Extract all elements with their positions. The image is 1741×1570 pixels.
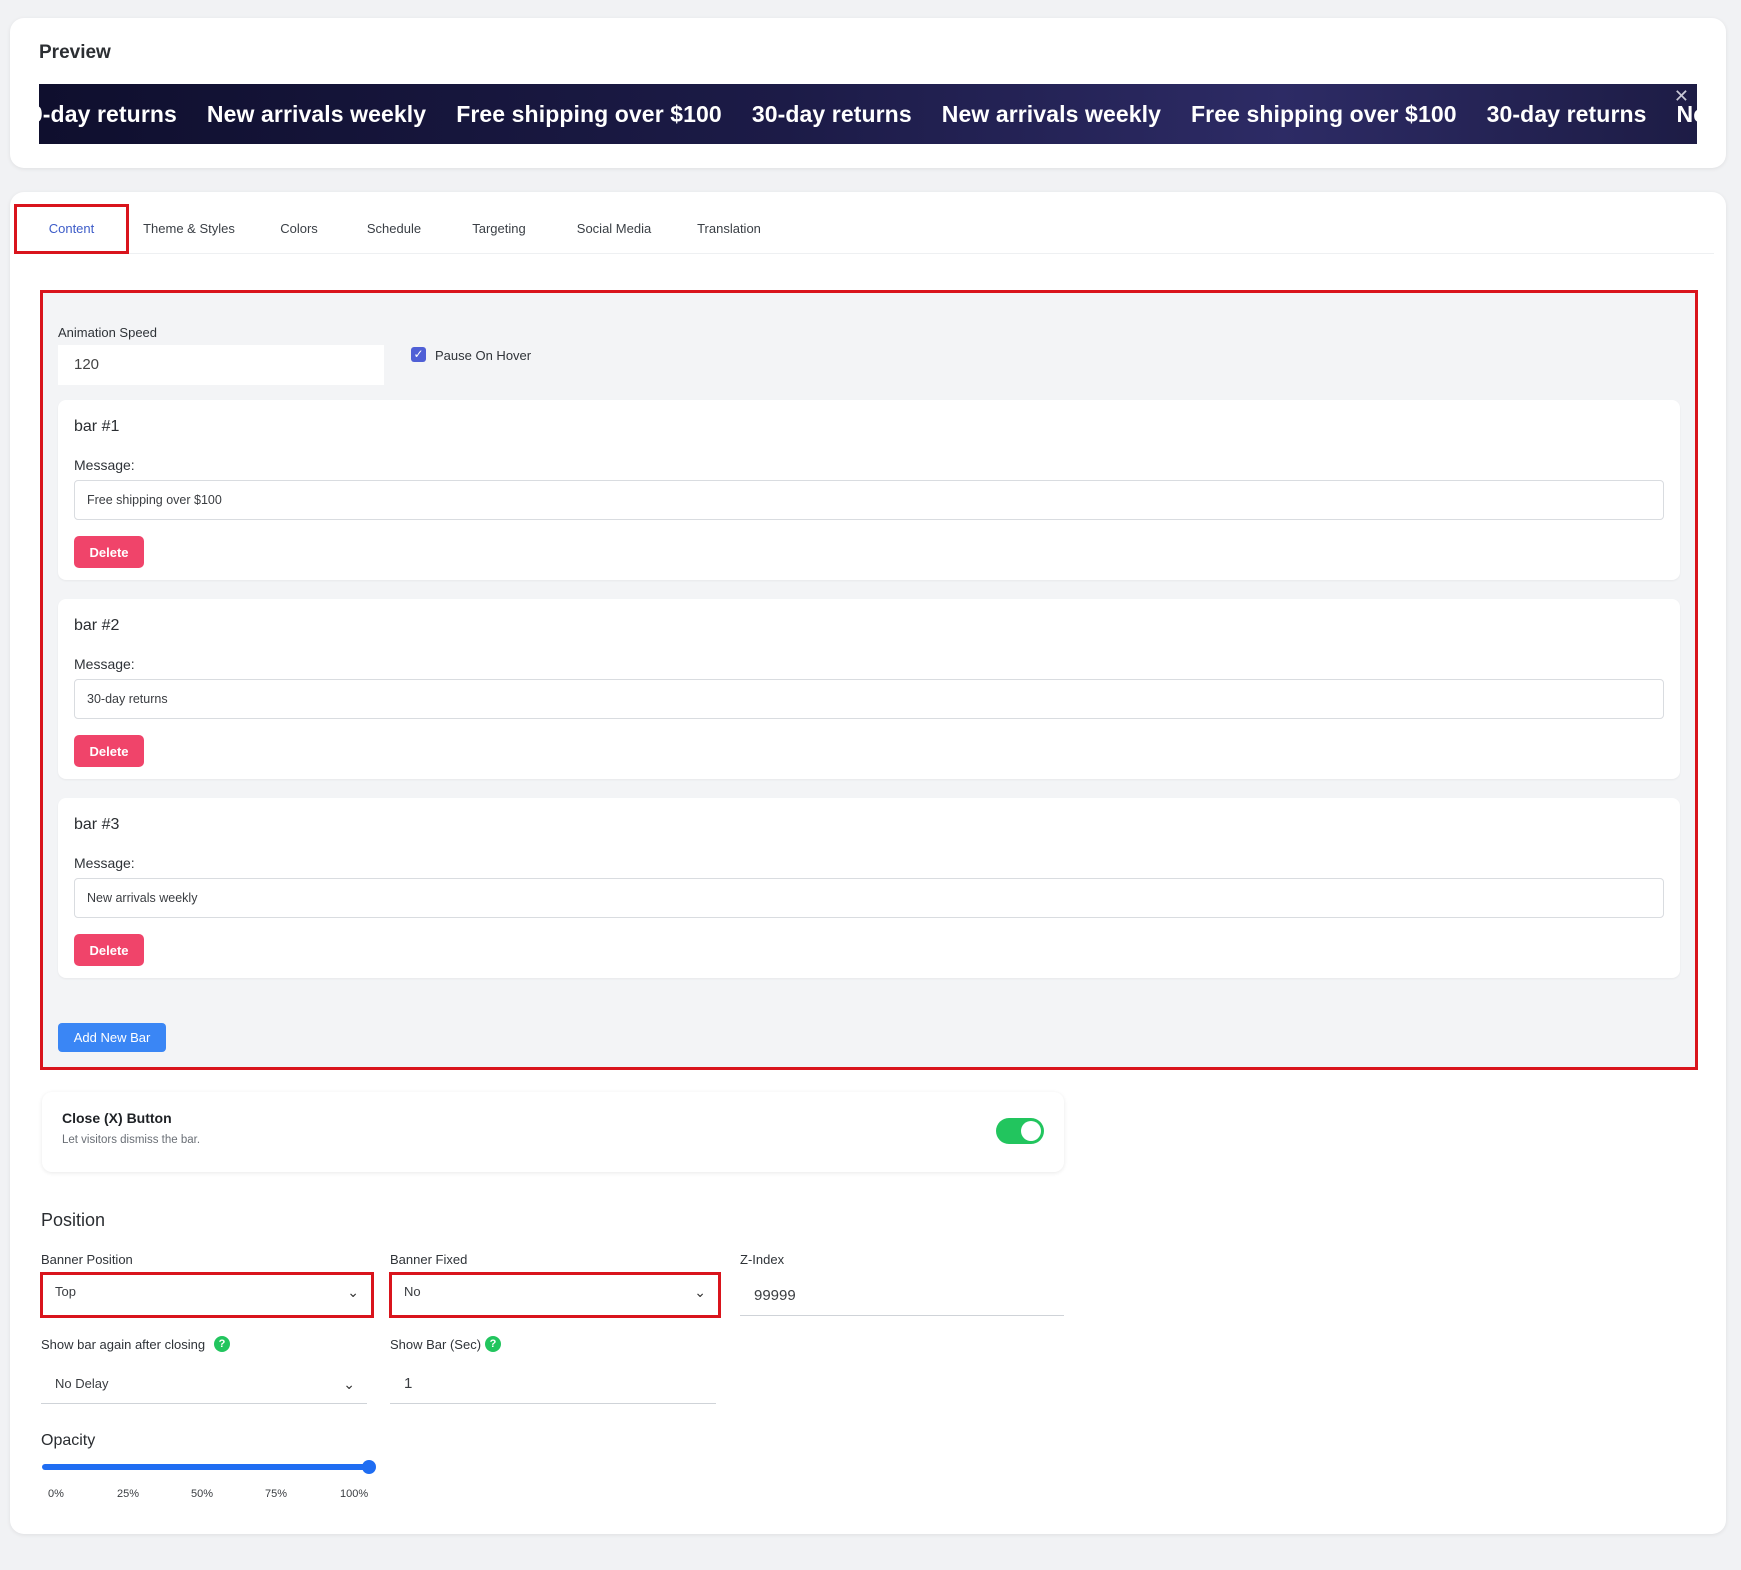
add-new-bar-button[interactable]: Add New Bar bbox=[58, 1023, 166, 1052]
pause-on-hover-label: Pause On Hover bbox=[435, 348, 532, 363]
bar-title: bar #2 bbox=[74, 617, 120, 634]
opacity-title: Opacity bbox=[41, 1432, 96, 1449]
ticker-item: New arrivals weekly bbox=[206, 100, 427, 127]
z-index-input[interactable]: 99999 bbox=[740, 1276, 1064, 1316]
ticker-item: 30-day returns bbox=[1486, 100, 1647, 127]
tab-social-media[interactable]: Social Media bbox=[569, 204, 659, 254]
tab-targeting[interactable]: Targeting bbox=[464, 204, 534, 254]
chevron-down-icon: ⌄ bbox=[694, 1284, 706, 1300]
banner-fixed-select[interactable]: No ⌄ bbox=[389, 1272, 721, 1318]
banner-fixed-value: No bbox=[404, 1284, 421, 1299]
message-input[interactable] bbox=[74, 878, 1664, 918]
show-again-select[interactable]: No Delay ⌄ bbox=[41, 1364, 367, 1404]
animation-speed-input[interactable]: 120 bbox=[58, 345, 384, 385]
content-panel: Animation Speed 120 ✓ Pause On Hover bar… bbox=[40, 290, 1698, 1070]
opacity-tick: 50% bbox=[191, 1488, 214, 1500]
pause-on-hover-checkbox[interactable]: ✓ bbox=[411, 347, 426, 362]
preview-card: Preview 30-day returns New arrivals week… bbox=[10, 18, 1726, 168]
ticker-item: 30-day returns bbox=[751, 100, 912, 127]
delete-bar-button[interactable]: Delete bbox=[74, 735, 144, 767]
bar-card-2: bar #2 Message: Delete bbox=[58, 599, 1680, 779]
tab-colors[interactable]: Colors bbox=[269, 204, 329, 254]
opacity-tick: 0% bbox=[48, 1488, 64, 1500]
ticker-track: 30-day returns New arrivals weekly Free … bbox=[39, 84, 1697, 144]
close-icon[interactable]: ✕ bbox=[1674, 87, 1689, 105]
message-label: Message: bbox=[74, 855, 135, 871]
z-index-label: Z-Index bbox=[740, 1252, 785, 1267]
message-label: Message: bbox=[74, 457, 135, 473]
bar-card-3: bar #3 Message: Delete bbox=[58, 798, 1680, 978]
announcement-ticker: 30-day returns New arrivals weekly Free … bbox=[39, 84, 1697, 144]
help-icon[interactable]: ? bbox=[485, 1336, 501, 1352]
toggle-knob bbox=[1021, 1121, 1041, 1141]
bar-card-1: bar #1 Message: Delete bbox=[58, 400, 1680, 580]
close-button-toggle[interactable] bbox=[996, 1118, 1044, 1144]
animation-speed-label: Animation Speed bbox=[58, 325, 158, 340]
show-again-value: No Delay bbox=[55, 1376, 109, 1391]
ticker-item: Free shipping over $100 bbox=[456, 100, 722, 127]
opacity-tick: 25% bbox=[117, 1488, 140, 1500]
ticker-item: New arrivals weekly bbox=[941, 100, 1161, 127]
chevron-down-icon: ⌄ bbox=[343, 1376, 355, 1392]
ticker-item: 30-day returns bbox=[39, 100, 177, 127]
preview-title: Preview bbox=[39, 42, 111, 63]
message-label: Message: bbox=[74, 656, 135, 672]
bar-title: bar #3 bbox=[74, 816, 120, 833]
banner-position-label: Banner Position bbox=[41, 1252, 133, 1267]
close-button-title: Close (X) Button bbox=[62, 1110, 172, 1126]
opacity-slider-track[interactable] bbox=[42, 1464, 370, 1470]
show-bar-sec-label: Show Bar (Sec) bbox=[390, 1337, 482, 1352]
tab-translation[interactable]: Translation bbox=[689, 204, 769, 254]
position-title: Position bbox=[41, 1210, 106, 1230]
tab-theme-styles[interactable]: Theme & Styles bbox=[139, 204, 239, 254]
opacity-slider-thumb[interactable] bbox=[362, 1460, 376, 1474]
ticker-item: Free shipping over $100 bbox=[1191, 100, 1457, 127]
help-icon[interactable]: ? bbox=[214, 1336, 230, 1352]
close-button-setting: Close (X) Button Let visitors dismiss th… bbox=[42, 1092, 1064, 1172]
message-input[interactable] bbox=[74, 480, 1664, 520]
show-bar-sec-input[interactable]: 1 bbox=[390, 1364, 716, 1404]
tab-schedule[interactable]: Schedule bbox=[359, 204, 429, 254]
banner-position-select[interactable]: Top ⌄ bbox=[40, 1272, 374, 1318]
opacity-tick: 100% bbox=[340, 1488, 369, 1500]
opacity-tick: 75% bbox=[265, 1488, 288, 1500]
settings-tabs: Content Theme & Styles Colors Schedule T… bbox=[14, 204, 1714, 254]
message-input[interactable] bbox=[74, 679, 1664, 719]
bar-title: bar #1 bbox=[74, 418, 120, 435]
banner-fixed-label: Banner Fixed bbox=[390, 1252, 468, 1267]
show-again-label: Show bar again after closing bbox=[41, 1337, 206, 1352]
close-button-description: Let visitors dismiss the bar. bbox=[62, 1134, 201, 1146]
settings-card: Content Theme & Styles Colors Schedule T… bbox=[10, 192, 1726, 1534]
banner-position-value: Top bbox=[55, 1284, 76, 1299]
chevron-down-icon: ⌄ bbox=[347, 1284, 359, 1300]
delete-bar-button[interactable]: Delete bbox=[74, 934, 144, 966]
delete-bar-button[interactable]: Delete bbox=[74, 536, 144, 568]
tab-content[interactable]: Content bbox=[14, 204, 129, 254]
